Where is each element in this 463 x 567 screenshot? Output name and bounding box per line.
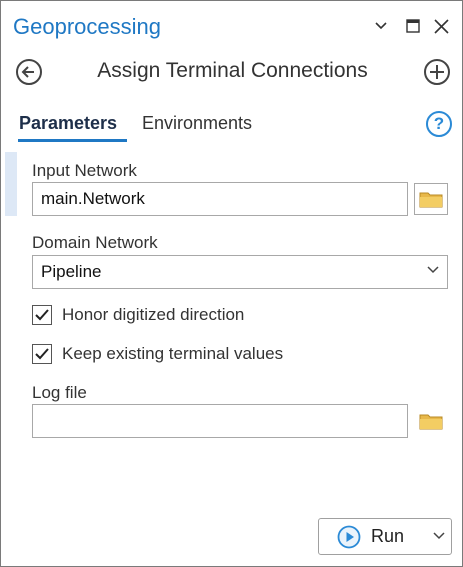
- run-label: Run: [371, 526, 405, 546]
- tab-environments[interactable]: Environments: [142, 113, 252, 134]
- log-file-browse-button[interactable]: [414, 405, 448, 437]
- honor-direction-label: Honor digitized direction: [62, 305, 245, 324]
- maximize-icon: [406, 19, 420, 33]
- pane-title: Geoprocessing: [13, 14, 161, 39]
- input-network-label: Input Network: [32, 161, 137, 180]
- chevron-down-icon: [427, 266, 439, 274]
- tool-title: Assign Terminal Connections: [97, 59, 368, 82]
- input-network-field[interactable]: main.Network: [32, 182, 408, 216]
- add-button[interactable]: [424, 59, 450, 85]
- domain-network-select[interactable]: Pipeline: [32, 255, 448, 289]
- domain-network-label: Domain Network: [32, 233, 158, 252]
- close-button[interactable]: [431, 15, 451, 37]
- folder-icon: [419, 192, 443, 208]
- help-icon[interactable]: ?: [426, 111, 452, 137]
- honor-direction-checkbox[interactable]: [32, 305, 52, 325]
- keep-terminal-label: Keep existing terminal values: [62, 344, 284, 363]
- input-network-browse-button[interactable]: [414, 183, 448, 215]
- add-circle-icon: [430, 65, 444, 79]
- checkmark-icon: [35, 309, 49, 321]
- chevron-down-icon[interactable]: [433, 532, 445, 540]
- focused-parameter-indicator: [5, 152, 17, 216]
- close-icon: [433, 18, 449, 34]
- keep-terminal-checkbox[interactable]: [32, 344, 52, 364]
- geoprocessing-pane: Geoprocessing Assign Terminal Connection…: [0, 0, 463, 567]
- domain-network-value: Pipeline: [41, 262, 102, 281]
- keep-terminal-option[interactable]: Keep existing terminal values: [32, 343, 283, 365]
- tab-parameters[interactable]: Parameters: [19, 113, 117, 134]
- folder-icon: [419, 414, 443, 430]
- pane-options-dropdown[interactable]: [371, 15, 391, 37]
- honor-direction-option[interactable]: Honor digitized direction: [32, 304, 244, 326]
- checkmark-icon: [35, 348, 49, 360]
- maximize-button[interactable]: [403, 15, 423, 37]
- run-button[interactable]: Run: [318, 518, 452, 555]
- chevron-down-icon: [375, 22, 387, 30]
- log-file-field[interactable]: [32, 404, 408, 438]
- log-file-label: Log file: [32, 383, 87, 402]
- play-circle-icon: [337, 525, 361, 548]
- active-tab-indicator: [18, 139, 127, 142]
